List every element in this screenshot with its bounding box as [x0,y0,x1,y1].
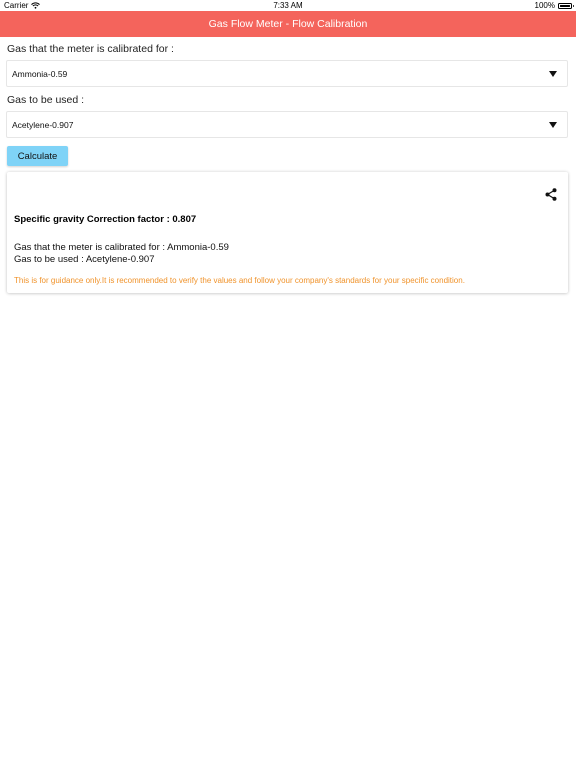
used-gas-value: Acetylene-0.907 [12,120,74,130]
battery-fill [560,4,570,7]
result-calibrated-gas: Gas that the meter is calibrated for : A… [14,242,229,253]
result-card: Specific gravity Correction factor : 0.8… [7,172,568,293]
caret-down-icon [549,71,557,77]
correction-factor-text: Specific gravity Correction factor : 0.8… [14,214,197,225]
caret-down-icon [549,122,557,128]
status-time: 7:33 AM [273,1,303,10]
share-icon[interactable] [545,188,557,201]
used-gas-label: Gas to be used : [7,94,85,106]
result-used-gas: Gas to be used : Acetylene-0.907 [14,254,155,265]
disclaimer-text: This is for guidance only.It is recommen… [14,276,465,285]
page-title: Gas Flow Meter - Flow Calibration [208,18,368,30]
status-right: 100% [534,1,574,10]
battery-icon [558,2,574,9]
app-header: Gas Flow Meter - Flow Calibration [0,11,576,37]
calibrated-gas-value: Ammonia-0.59 [12,69,68,79]
used-gas-select[interactable]: Acetylene-0.907 [6,111,568,138]
calculate-button[interactable]: Calculate [7,146,68,166]
battery-percent: 100% [534,1,555,10]
status-bar: Carrier 7:33 AM 100% [0,0,576,11]
calibrated-gas-label: Gas that the meter is calibrated for : [7,43,174,55]
calibrated-gas-select[interactable]: Ammonia-0.59 [6,60,568,87]
